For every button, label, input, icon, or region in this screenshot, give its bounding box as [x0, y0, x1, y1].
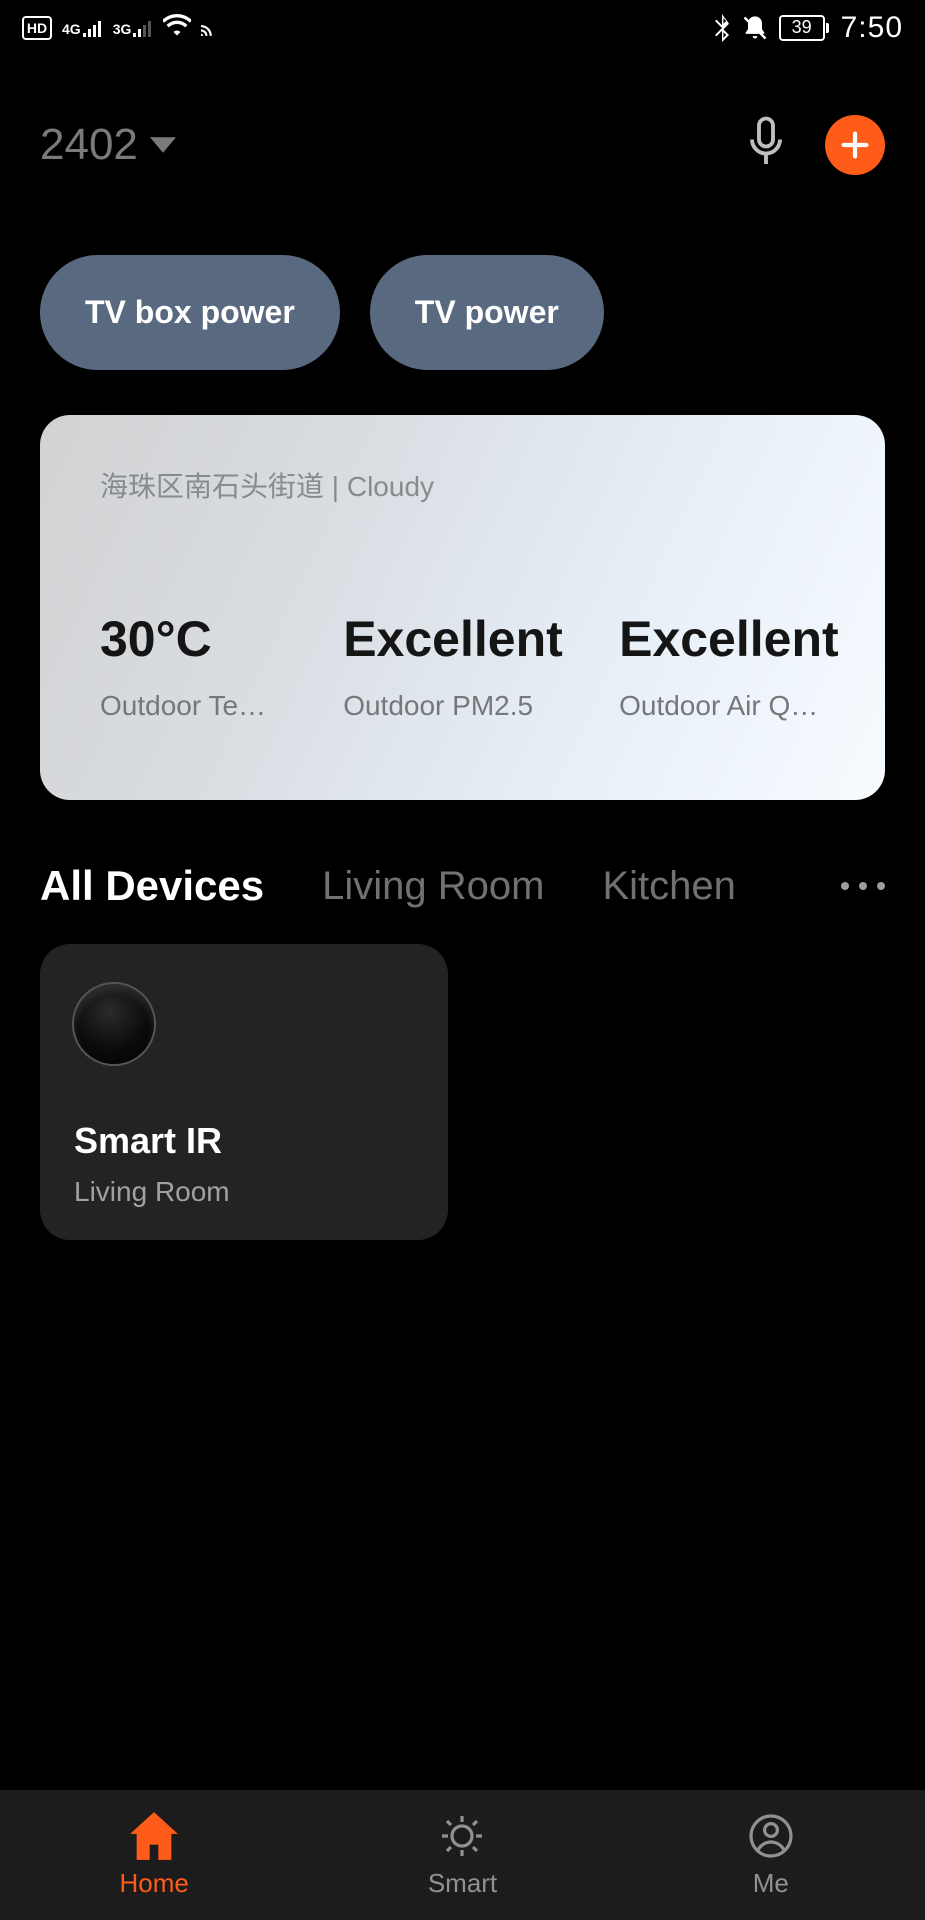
battery-icon: 39 [779, 15, 825, 41]
sun-icon [436, 1812, 488, 1860]
scene-chip-tv-box-power[interactable]: TV box power [40, 255, 340, 370]
bluetooth-icon [713, 14, 731, 42]
status-bar: HD 4G 3G 39 7:50 [0, 0, 925, 55]
voice-icon[interactable] [745, 115, 787, 176]
person-icon [745, 1812, 797, 1860]
tab-all-devices[interactable]: All Devices [40, 862, 264, 910]
signal-4g-icon: 4G [62, 19, 103, 37]
cast-icon [201, 14, 227, 42]
chevron-down-icon [150, 136, 176, 154]
dots-icon [859, 882, 867, 890]
home-name: 2402 [40, 120, 138, 170]
metric-outdoor-air-quality: Excellent Outdoor Air Qu… [619, 610, 825, 722]
more-rooms-button[interactable] [841, 882, 885, 890]
nav-label: Me [753, 1868, 789, 1899]
dots-icon [877, 882, 885, 890]
weather-location: 海珠区南石头街道 | Cloudy [100, 465, 825, 505]
device-name: Smart IR [74, 1120, 414, 1162]
metric-outdoor-temp: 30°C Outdoor Temp. [100, 610, 273, 722]
device-thumbnail-icon [74, 984, 154, 1064]
status-left: HD 4G 3G [22, 14, 227, 42]
nav-me[interactable]: Me [617, 1790, 925, 1920]
wifi-icon [163, 14, 191, 42]
metric-outdoor-pm25: Excellent Outdoor PM2.5 [343, 610, 549, 722]
scene-row: TV box power TV power [40, 255, 885, 370]
metric-label: Outdoor Air Qu… [619, 690, 825, 722]
weather-card[interactable]: 海珠区南石头街道 | Cloudy 30°C Outdoor Temp. Exc… [40, 415, 885, 800]
plus-icon [838, 128, 872, 162]
mute-icon [741, 14, 769, 42]
tab-kitchen[interactable]: Kitchen [602, 864, 735, 909]
bottom-nav: Home Smart Me [0, 1790, 925, 1920]
dots-icon [841, 882, 849, 890]
metric-value: Excellent [343, 610, 549, 668]
add-button[interactable] [825, 115, 885, 175]
metric-label: Outdoor Temp. [100, 690, 273, 722]
hd-icon: HD [22, 16, 52, 40]
metric-value: Excellent [619, 610, 825, 668]
tab-living-room[interactable]: Living Room [322, 864, 544, 909]
home-selector[interactable]: 2402 [40, 120, 176, 170]
device-card-smart-ir[interactable]: Smart IR Living Room [40, 944, 448, 1240]
metric-value: 30°C [100, 610, 273, 668]
scene-chip-label: TV power [415, 294, 559, 331]
status-right: 39 7:50 [713, 11, 903, 45]
scene-chip-label: TV box power [85, 294, 295, 331]
device-grid: Smart IR Living Room [40, 944, 885, 1240]
device-room: Living Room [74, 1176, 414, 1208]
signal-3g-icon: 3G [113, 19, 154, 37]
nav-label: Smart [428, 1868, 497, 1899]
app-header: 2402 [0, 100, 925, 190]
metric-label: Outdoor PM2.5 [343, 690, 549, 722]
nav-label: Home [119, 1868, 188, 1899]
scene-chip-tv-power[interactable]: TV power [370, 255, 604, 370]
clock-text: 7:50 [841, 11, 903, 45]
nav-smart[interactable]: Smart [308, 1790, 616, 1920]
room-tabs: All Devices Living Room Kitchen [40, 862, 885, 910]
nav-home[interactable]: Home [0, 1790, 308, 1920]
home-icon [128, 1812, 180, 1860]
